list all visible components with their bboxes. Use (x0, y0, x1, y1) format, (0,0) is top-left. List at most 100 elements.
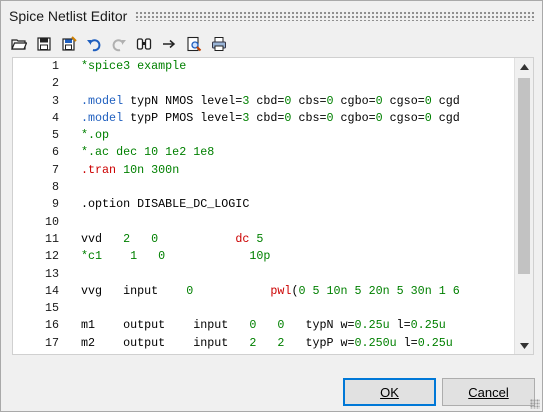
find-icon (136, 38, 152, 50)
line-number: 8 (51, 180, 59, 195)
save-button[interactable] (34, 34, 54, 54)
code-token: *c1 1 0 10p (81, 249, 271, 264)
goto-button[interactable] (159, 34, 179, 54)
undo-button[interactable] (84, 34, 104, 54)
code-token: 0 (424, 110, 432, 125)
cancel-button-label: Cancel (468, 384, 509, 400)
save-icon (37, 37, 51, 51)
ok-button[interactable]: OK (343, 378, 436, 406)
window-title: Spice Netlist Editor (9, 8, 128, 24)
save-as-button[interactable] (59, 34, 79, 54)
code-token: 0 (326, 93, 334, 108)
line-number: 4 (51, 110, 59, 125)
code-lines[interactable]: 1 *spice3 example 2 3 .model typN NMOS level… (13, 58, 515, 354)
code-text: .model typP PMOS level=3 cbd=0 cbs=0 cgb… (81, 110, 460, 127)
resize-grip[interactable] (530, 399, 540, 409)
code-line[interactable]: 17 m2 output input 2 2 typP w=0.250u l=0.… (13, 335, 515, 352)
line-number: 11 (44, 231, 59, 246)
code-text: .option DISABLE_DC_LOGIC (81, 196, 249, 213)
line-number: 10 (44, 214, 59, 229)
code-token: *spice3 example (81, 59, 187, 73)
code-text: m2 output input 2 2 typP w=0.250u l=0.25… (81, 335, 453, 352)
code-token: .model (81, 93, 124, 108)
goto-arrow-icon (163, 39, 176, 49)
code-line[interactable]: 14 vvg input 0 pwl(0 5 10n 5 20n 5 30n 1 … (13, 283, 515, 300)
code-line[interactable]: 9 .option DISABLE_DC_LOGIC (13, 196, 515, 213)
code-token: *.ac dec 10 1e2 1e8 (81, 145, 215, 160)
undo-icon (87, 39, 101, 52)
code-line[interactable]: 8 (13, 179, 515, 196)
netlist-code-editor[interactable]: 1 *spice3 example 2 3 .model typN NMOS level… (12, 57, 534, 355)
code-token: 0.25u (354, 318, 390, 333)
line-number: 15 (44, 301, 59, 316)
code-line[interactable]: 11 vvd 2 0 dc 5 (13, 231, 515, 248)
toolbar (9, 34, 234, 54)
line-number: 17 (44, 335, 59, 350)
dialog-footer: OK Cancel (1, 371, 542, 411)
open-button[interactable] (9, 34, 29, 54)
code-token: 0 (424, 93, 432, 108)
find-button[interactable] (134, 34, 154, 54)
arrow-down-icon (519, 342, 529, 349)
code-token: typN NMOS level= (123, 93, 243, 108)
code-token: l= (396, 335, 418, 350)
title-bar[interactable]: Spice Netlist Editor (1, 1, 542, 31)
code-token: 0 (326, 110, 334, 125)
code-line[interactable]: 5 *.op (13, 127, 515, 144)
code-token: m1 output input (81, 318, 250, 333)
cancel-button[interactable]: Cancel (442, 378, 535, 406)
code-token: pwl (270, 283, 292, 298)
code-text: *.ac dec 10 1e2 1e8 (81, 144, 214, 161)
code-line[interactable]: 13 (13, 266, 515, 283)
code-line[interactable]: 1 *spice3 example (13, 58, 515, 75)
print-preview-button[interactable] (184, 34, 204, 54)
code-line[interactable]: 3 .model typN NMOS level=3 cbd=0 cbs=0 cg… (13, 93, 515, 110)
code-token: cbd= (249, 110, 285, 125)
code-token: 0 (375, 110, 383, 125)
open-folder-icon (11, 39, 27, 50)
code-text: vvg input 0 pwl(0 5 10n 5 20n 5 30n 1 6 (81, 283, 460, 300)
title-drag-grip[interactable] (135, 11, 534, 21)
line-number: 6 (51, 145, 59, 160)
code-line[interactable]: 7 .tran 10n 300n (13, 162, 515, 179)
scroll-down-button[interactable] (515, 337, 533, 354)
code-line[interactable]: 2 (13, 75, 515, 92)
line-number: 3 (51, 93, 59, 108)
redo-icon (112, 39, 126, 52)
code-token: cgso= (382, 110, 425, 125)
code-token: cgbo= (333, 93, 376, 108)
code-token: cgbo= (333, 110, 376, 125)
code-line[interactable]: 15 (13, 300, 515, 317)
redo-button[interactable] (109, 34, 129, 54)
scrollbar-thumb[interactable] (518, 78, 530, 274)
code-text: vvd 2 0 dc 5 (81, 231, 263, 248)
line-number: 9 (51, 197, 59, 212)
code-token: *.op (81, 128, 110, 143)
code-line[interactable]: 16 m1 output input 0 0 typN w=0.25u l=0.2… (13, 317, 515, 334)
code-text: .model typN NMOS level=3 cbd=0 cbs=0 cgb… (81, 93, 460, 110)
print-button[interactable] (209, 34, 229, 54)
code-token: cgd (431, 110, 460, 125)
code-token: cbs= (291, 93, 327, 108)
code-token: 10n (123, 162, 145, 177)
code-token: 300n (151, 162, 180, 177)
code-token: 0.25u (410, 318, 446, 333)
code-line[interactable]: 4 .model typP PMOS level=3 cbd=0 cbs=0 cg… (13, 110, 515, 127)
vertical-scrollbar[interactable] (514, 58, 533, 354)
code-token: .model (81, 110, 124, 125)
code-token: cbs= (291, 110, 327, 125)
save-as-icon (62, 36, 77, 51)
code-text: *spice3 example (81, 58, 186, 75)
code-token: .tran (81, 162, 117, 177)
code-token: l= (389, 318, 411, 333)
code-line[interactable]: 10 (13, 214, 515, 231)
code-token: vvg input (81, 283, 187, 298)
code-text: .tran 10n 300n (81, 162, 179, 179)
code-line[interactable]: 6 *.ac dec 10 1e2 1e8 (13, 144, 515, 161)
scroll-up-button[interactable] (515, 58, 533, 75)
code-line[interactable]: 12 *c1 1 0 10p (13, 248, 515, 265)
